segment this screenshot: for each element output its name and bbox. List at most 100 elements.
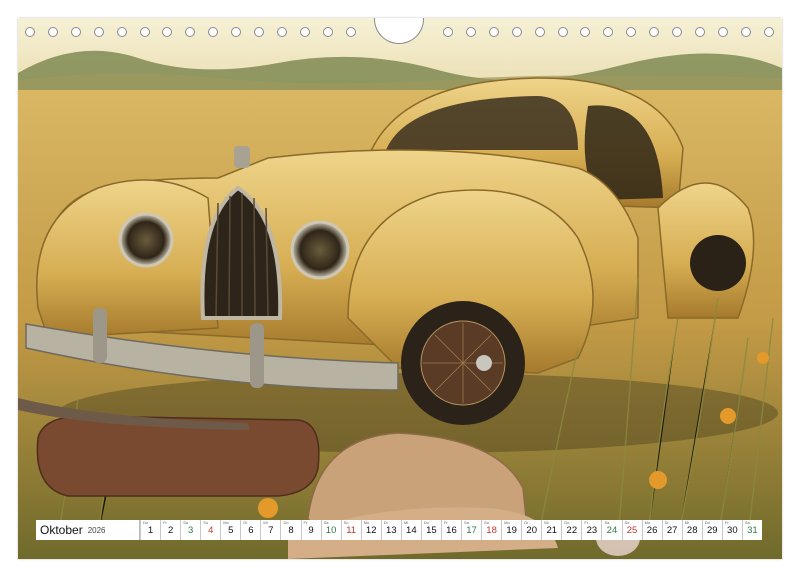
day-cell: Mo 12: [360, 520, 381, 540]
month-name: Oktober: [40, 523, 83, 537]
day-cell: Mi 7: [260, 520, 281, 540]
day-number: 30: [727, 525, 738, 536]
binding-hole: [162, 27, 173, 37]
day-number: 9: [308, 525, 314, 536]
binding-hole: [276, 27, 287, 37]
binding-hole: [254, 27, 264, 37]
day-number: 14: [406, 525, 417, 536]
day-cell: Fr 9: [300, 520, 321, 540]
binding-hole: [580, 27, 591, 37]
day-cells: Do 1 Fr 2 Sa 3 So 4 Mo 5 Di 6 Mi 7 Do 8 Fr 9 Sa 10 So 11 Mo 12 D…: [140, 520, 762, 540]
binding-hole: [443, 27, 453, 37]
day-cell: Fr 23: [581, 520, 602, 540]
day-cell: Mo 5: [220, 520, 241, 540]
day-number: 17: [466, 525, 477, 536]
binding-hole: [740, 27, 751, 37]
day-cell: Mi 14: [400, 520, 421, 540]
day-cell: Di 20: [521, 520, 542, 540]
calendar-page: Oktober 2026 Do 1 Fr 2 Sa 3 So 4 Mo 5 Di 6 Mi 7 Do 8 Fr 9…: [18, 18, 782, 559]
day-number: 8: [288, 525, 294, 536]
day-number: 15: [426, 525, 437, 536]
binding-hole: [231, 27, 242, 37]
day-cell: So 18: [481, 520, 502, 540]
day-number: 26: [646, 525, 658, 536]
binding-hole: [694, 27, 705, 37]
binding-hole: [299, 27, 310, 37]
binding-hole: [345, 27, 356, 37]
day-number: 1: [147, 525, 154, 536]
day-cell: Mo 19: [501, 520, 522, 540]
day-number: 23: [586, 525, 598, 536]
photo-illustration: [18, 18, 782, 559]
year: 2026: [87, 525, 106, 535]
binding-hole: [626, 27, 637, 37]
binding-hole: [139, 27, 150, 37]
day-cell: Mo 26: [641, 520, 662, 540]
month-label: Oktober 2026: [36, 520, 140, 540]
binding-hole: [603, 27, 614, 37]
binding-hole: [649, 27, 660, 37]
binding-hole: [25, 27, 35, 37]
day-number: 6: [248, 525, 254, 536]
day-cell: Do 29: [701, 520, 722, 540]
vintage-car-photo: [18, 18, 782, 559]
day-number: 24: [606, 525, 618, 536]
calendar-strip: Oktober 2026 Do 1 Fr 2 Sa 3 So 4 Mo 5 Di 6 Mi 7 Do 8 Fr 9…: [36, 520, 762, 540]
binding-hole: [116, 27, 127, 37]
binding-hole: [93, 27, 104, 37]
day-number: 7: [268, 525, 274, 536]
binding-hole: [208, 27, 219, 37]
day-number: 19: [506, 525, 517, 536]
day-number: 3: [188, 525, 194, 536]
day-number: 18: [486, 525, 497, 536]
binding-hole: [185, 27, 196, 37]
day-cell: So 4: [200, 520, 221, 540]
day-number: 5: [228, 525, 234, 536]
day-cell: Di 13: [380, 520, 401, 540]
day-number: 21: [546, 525, 558, 536]
day-number: 16: [446, 525, 457, 536]
wire-binding: [18, 18, 782, 48]
day-cell: Mi 21: [541, 520, 562, 540]
day-number: 10: [325, 525, 337, 536]
day-cell: Sa 3: [180, 520, 201, 540]
day-number: 2: [167, 525, 174, 536]
day-number: 29: [706, 525, 718, 536]
day-number: 13: [385, 525, 397, 536]
day-cell: Di 6: [240, 520, 261, 540]
day-cell: Mi 28: [681, 520, 702, 540]
day-cell: Sa 17: [461, 520, 482, 540]
day-cell: Sa 24: [601, 520, 622, 540]
day-number: 4: [208, 525, 214, 536]
binding-hole: [717, 27, 728, 37]
day-cell: Fr 30: [721, 520, 742, 540]
day-cell: Do 22: [561, 520, 582, 540]
day-cell: Sa 31: [741, 520, 762, 540]
day-number: 11: [346, 525, 357, 536]
binding-hole: [557, 27, 568, 37]
day-cell: Do 15: [420, 520, 441, 540]
calendar-hanger-cutout: [374, 18, 424, 44]
binding-hole: [534, 27, 545, 37]
binding-hole: [763, 27, 774, 37]
day-number: 28: [686, 525, 698, 536]
binding-hole: [488, 27, 499, 37]
day-cell: Fr 2: [160, 520, 181, 540]
day-number: 20: [526, 525, 537, 536]
day-cell: Fr 16: [440, 520, 461, 540]
day-number: 25: [626, 525, 638, 536]
day-number: 22: [566, 525, 578, 536]
day-number: 27: [666, 525, 678, 536]
binding-hole: [70, 27, 81, 37]
day-number: 31: [747, 525, 758, 536]
day-cell: Di 27: [661, 520, 682, 540]
day-cell: Do 8: [280, 520, 301, 540]
binding-hole: [322, 27, 333, 37]
day-cell: So 11: [340, 520, 361, 540]
day-cell: Sa 10: [320, 520, 341, 540]
day-cell: Do 1: [140, 520, 161, 540]
binding-hole: [511, 27, 522, 37]
day-number: 12: [365, 525, 377, 536]
binding-hole: [672, 27, 682, 37]
binding-hole: [465, 27, 476, 37]
